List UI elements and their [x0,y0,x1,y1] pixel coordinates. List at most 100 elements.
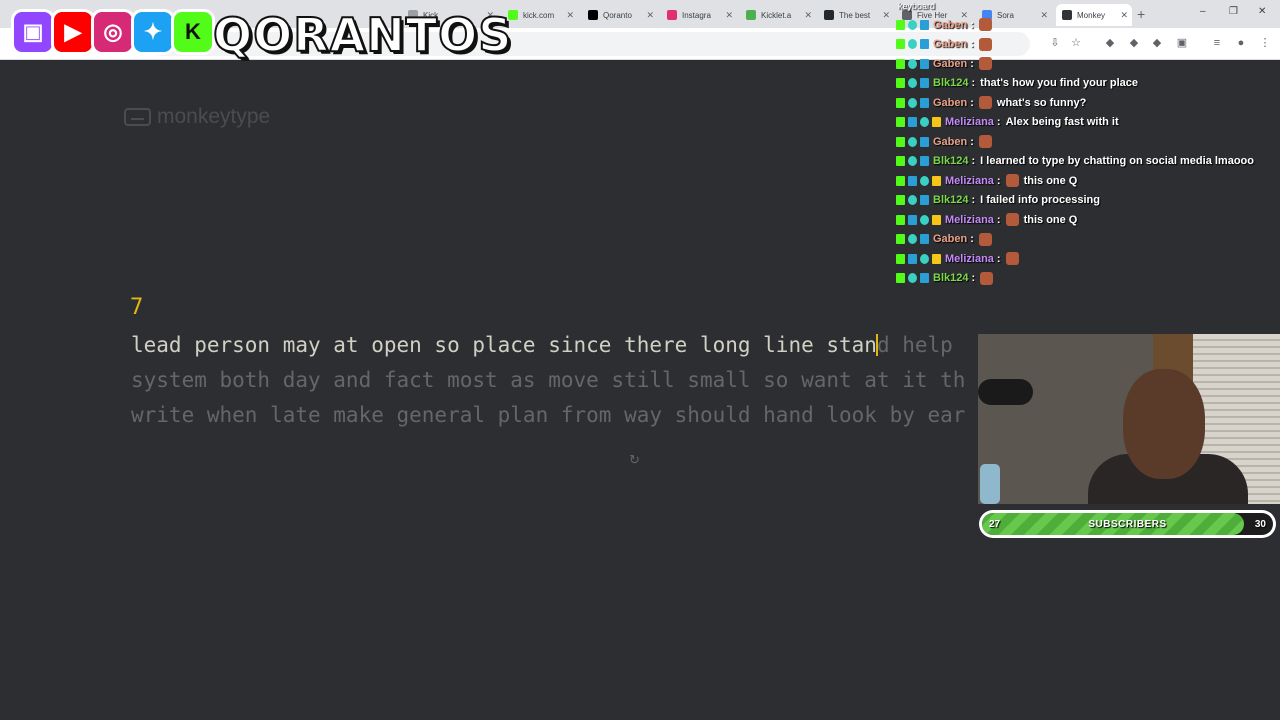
chat-emote-icon [978,135,992,148]
social-icons-overlay: ▣ ▶ ◎ ✦ K [14,12,212,52]
chat-badge-icon [896,175,905,186]
chat-badge-icon [908,273,917,283]
chat-emote-icon [978,96,992,109]
chat-badge-icon [920,253,929,264]
chat-author[interactable]: Gaben [933,136,967,148]
tab-close-icon[interactable]: ✕ [646,10,654,21]
chat-author[interactable]: Meliziana [945,214,994,226]
chat-badge-icon [920,19,929,30]
chat-author[interactable]: Meliziana [945,175,994,187]
tab-favicon-icon [588,10,598,20]
browser-tab[interactable]: Qoranto ✕ [582,4,658,26]
profile-avatar[interactable]: ● [1234,36,1248,50]
typing-test-words[interactable]: lead person may at open so place since t… [131,328,977,433]
tab-close-icon[interactable]: ✕ [1040,10,1048,21]
chat-badge-icon [896,195,905,205]
tab-title: Kicklet.a [761,10,792,20]
tab-search-icon[interactable]: ≡ [1210,36,1224,50]
browser-tab[interactable]: kick.com ✕ [502,4,578,26]
keyboard-icon [124,108,151,126]
tab-title: Monkey [1077,10,1106,20]
chat-author[interactable]: Gaben [933,38,967,50]
chat-author[interactable]: Blk124 [933,194,968,206]
browser-tab[interactable]: The best ✕ [818,4,894,26]
chat-author[interactable]: Gaben [933,97,967,109]
chat-author[interactable]: Gaben [933,58,967,70]
chat-message: Blk124: that's how you find your place [896,74,1138,93]
chat-badge-icon [920,117,929,127]
chat-badge-icon [896,234,905,244]
chat-badge-icon [932,117,941,127]
chat-separator: : [996,116,1001,128]
extension-icon[interactable]: ◆ [1127,36,1141,50]
restart-icon[interactable]: ↻ [629,452,640,468]
chat-badge-icon [896,117,905,127]
chat-author[interactable]: Gaben [933,19,967,31]
chat-message: Gaben: [896,35,992,54]
chat-badge-icon [896,273,905,283]
chat-message: Gaben: [896,54,992,73]
tab-close-icon[interactable]: ✕ [1120,10,1128,21]
new-tab-button[interactable]: + [1137,6,1145,22]
tab-favicon-icon [746,10,756,20]
close-window-button[interactable]: ✕ [1258,6,1266,17]
extension-icon[interactable]: ◆ [1103,36,1117,50]
chat-badge-icon [908,136,917,147]
chat-separator: : [970,233,974,245]
chat-badge-icon [932,253,941,264]
chat-separator: : [971,77,976,89]
chat-title: keyboard [898,1,936,11]
chat-message: Blk124: [896,269,994,288]
chat-text: this one Q [1023,174,1078,187]
browser-tab[interactable]: Monkey ✕ [1056,4,1132,26]
chat-badge-icon [920,175,929,186]
chat-author[interactable]: Blk124 [933,272,968,284]
word-line-2: system both day and fact most as move st… [131,368,966,392]
tab-close-icon[interactable]: ✕ [725,10,733,21]
minimize-button[interactable]: – [1200,6,1206,17]
chat-badge-icon [908,78,917,88]
chat-author[interactable]: Blk124 [933,155,968,167]
word-line-3: write when late make general plan from w… [131,403,966,427]
subscriber-goal: 30 [1254,518,1266,530]
bookmark-star-icon[interactable]: ☆ [1069,36,1083,50]
chat-emote-icon [978,232,992,246]
chat-emote-icon [978,18,992,31]
extension-icon[interactable]: ◆ [1150,36,1164,50]
chat-badge-icon [932,214,941,225]
browser-tab[interactable]: Instagra ✕ [661,4,737,26]
menu-icon[interactable]: ⋮ [1258,36,1272,50]
chat-separator: : [971,272,976,284]
chat-author[interactable]: Meliziana [945,116,994,128]
chat-separator: : [996,213,1001,226]
install-icon[interactable]: ⇩ [1048,36,1062,50]
word-line-1: lead person may at open so place since t… [131,328,977,363]
chat-badge-icon [908,214,917,225]
tab-close-icon[interactable]: ✕ [566,10,574,21]
maximize-button[interactable]: ❐ [1229,6,1238,17]
twitch-icon: ▣ [14,12,52,52]
microphone-icon [978,379,1033,405]
tab-favicon-icon [824,10,834,20]
chat-text: what's so funny? [996,96,1087,109]
instagram-icon: ◎ [94,12,132,52]
chat-badge-icon [920,234,929,244]
browser-tab[interactable]: Kicklet.a ✕ [740,4,816,26]
subscriber-label: SUBSCRIBERS [1088,518,1167,530]
chat-author[interactable]: Gaben [933,233,967,245]
chat-badge-icon [908,117,917,127]
kick-icon: K [174,12,212,52]
extensions-puzzle-icon[interactable]: ▣ [1175,36,1189,50]
chat-emote-icon [1005,174,1019,187]
chat-text: Alex being fast with it [1005,116,1119,128]
chat-emote-icon [978,37,992,51]
chat-separator: : [970,57,974,70]
chat-author[interactable]: Blk124 [933,77,968,89]
tab-close-icon[interactable]: ✕ [882,10,890,21]
tab-close-icon[interactable]: ✕ [804,10,812,21]
chat-badge-icon [908,19,917,30]
monkeytype-logo[interactable]: monkeytype [124,105,270,129]
chat-author[interactable]: Meliziana [945,253,994,265]
chat-badge-icon [920,97,929,108]
chat-message: Blk124: I learned to type by chatting on … [896,152,1254,171]
